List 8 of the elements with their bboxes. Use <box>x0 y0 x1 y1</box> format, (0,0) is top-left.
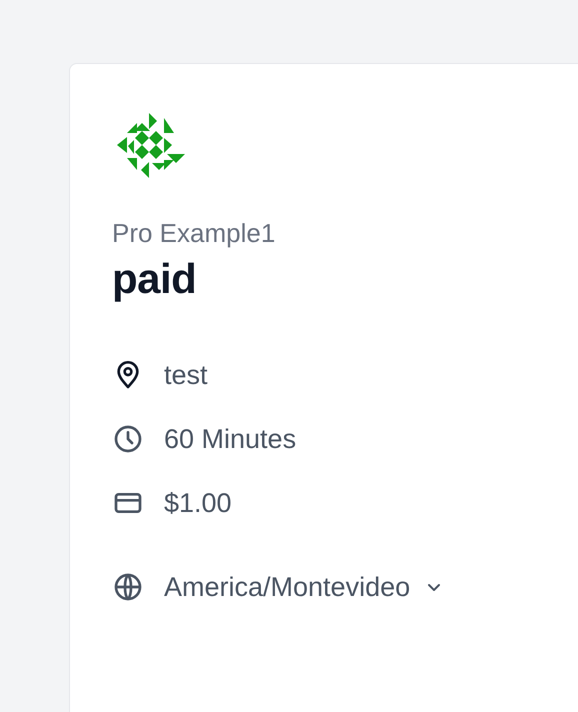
event-title: paid <box>112 255 198 303</box>
owner-name: Pro Example1 <box>112 218 276 249</box>
detail-text: $1.00 <box>164 488 232 518</box>
timezone-dropdown[interactable]: America/Montevideo <box>164 572 444 602</box>
detail-text: 60 Minutes <box>164 424 296 454</box>
detail-text: test <box>164 360 208 390</box>
globe-icon <box>112 571 144 603</box>
clock-icon <box>112 423 144 455</box>
